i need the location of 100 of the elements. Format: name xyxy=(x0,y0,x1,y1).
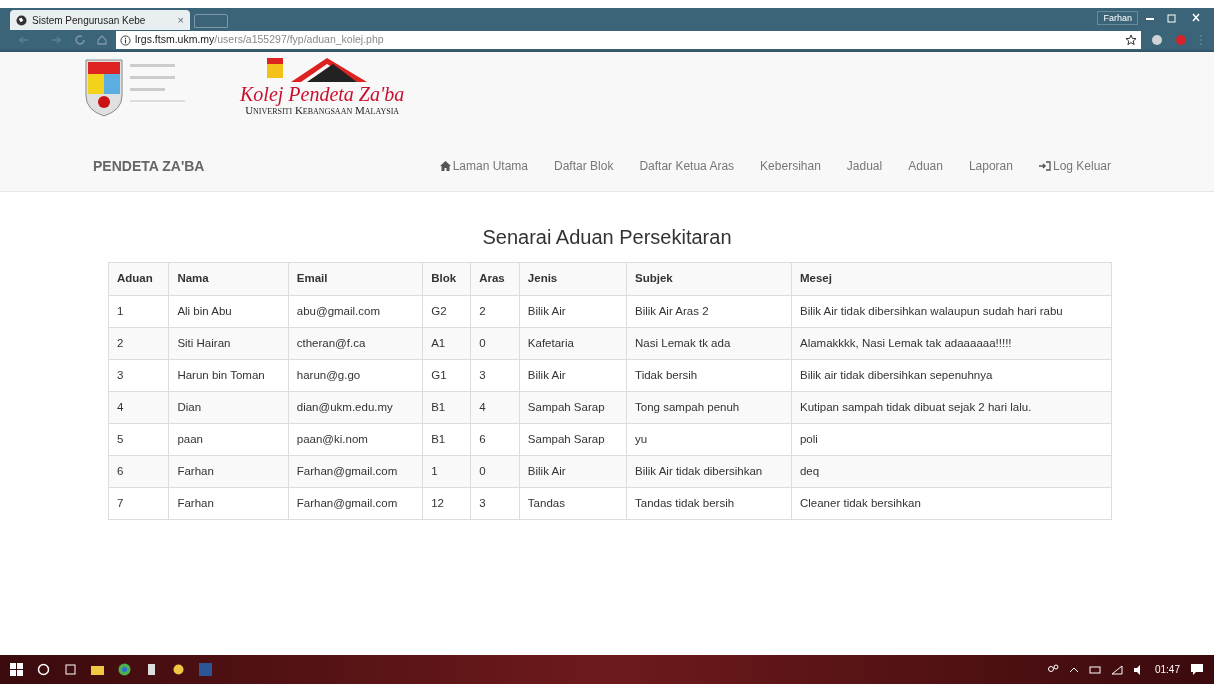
table-cell: harun@g.go xyxy=(288,359,423,392)
table-cell: G2 xyxy=(422,295,471,328)
column-header: Aduan xyxy=(108,262,169,296)
extension-icon[interactable] xyxy=(1151,34,1163,46)
table-cell: 1 xyxy=(108,295,169,328)
nav-link[interactable]: Daftar Blok xyxy=(554,157,614,175)
windows-start-icon[interactable] xyxy=(10,663,23,676)
table-cell: 4 xyxy=(470,391,520,424)
table-cell: Kafetaria xyxy=(519,327,627,360)
table-cell: Dian xyxy=(168,391,289,424)
table-cell: Sampah Sarap xyxy=(519,391,627,424)
table-cell: poli xyxy=(791,423,1112,456)
table-cell: Farhan xyxy=(168,487,289,520)
table-cell: 2 xyxy=(470,295,520,328)
table-cell: paan@ki.nom xyxy=(288,423,423,456)
column-header: Mesej xyxy=(791,262,1112,296)
wifi-icon[interactable] xyxy=(1110,664,1123,675)
table-cell: Sampah Sarap xyxy=(519,423,627,456)
table-cell: B1 xyxy=(422,423,471,456)
table-cell: 3 xyxy=(470,359,520,392)
clock[interactable]: 01:47 xyxy=(1154,662,1180,677)
table-cell: 6 xyxy=(108,455,169,488)
table-cell: 1 xyxy=(422,455,471,488)
home-icon xyxy=(439,161,451,171)
table-cell: 4 xyxy=(108,391,169,424)
table-cell: Tong sampah penuh xyxy=(626,391,792,424)
nav-link[interactable]: Laman Utama xyxy=(439,157,529,175)
table-cell: Farhan@gmail.com xyxy=(288,455,423,488)
table-cell: paan xyxy=(168,423,289,456)
table-cell: Bilik Air Aras 2 xyxy=(626,295,792,328)
table-cell: 0 xyxy=(470,455,520,488)
address-bar[interactable]: lrgs.ftsm.ukm.my/users/a155297/fyp/aduan_kolej.php xyxy=(116,31,1141,49)
university-name: Universiti Kebangsaan Malaysia xyxy=(245,104,400,116)
table-cell: Bilik Air tidak dibersihkan walaupun sudah hari rabu xyxy=(791,295,1112,328)
table-cell: Harun bin Toman xyxy=(168,359,289,392)
table-cell: yu xyxy=(626,423,792,456)
star-icon[interactable] xyxy=(1125,34,1137,46)
nav-link[interactable]: Log Keluar xyxy=(1038,157,1111,175)
table-cell: Cleaner tidak bersihkan xyxy=(791,487,1112,520)
table-cell: 7 xyxy=(108,487,169,520)
app-icon[interactable] xyxy=(145,663,158,676)
login-icon xyxy=(1038,161,1051,171)
battery-icon[interactable] xyxy=(1088,664,1101,675)
table-cell: abu@gmail.com xyxy=(288,295,423,328)
table-cell: Bilik Air xyxy=(519,359,627,392)
table-cell: Bilik Air xyxy=(519,455,627,488)
nav-link[interactable]: Aduan xyxy=(908,157,943,175)
notification-icon[interactable] xyxy=(1190,663,1204,676)
column-header: Aras xyxy=(470,262,520,296)
table-cell: Farhan@gmail.com xyxy=(288,487,423,520)
table-cell: Bilik Air tidak dibersihkan xyxy=(626,455,792,488)
table-cell: Kutipan sampah tidak dibuat sejak 2 hari lalu. xyxy=(791,391,1112,424)
table-cell: 6 xyxy=(470,423,520,456)
task-view-icon[interactable] xyxy=(64,663,77,676)
table-cell: dian@ukm.edu.my xyxy=(288,391,423,424)
table-cell: 2 xyxy=(108,327,169,360)
table-cell: B1 xyxy=(422,391,471,424)
nav-link[interactable]: Laporan xyxy=(968,157,1013,175)
column-header: Nama xyxy=(168,262,289,296)
table-cell: ctheran@f.ca xyxy=(288,327,423,360)
table-cell: 0 xyxy=(470,327,520,360)
column-header: Jenis xyxy=(519,262,627,296)
nav-link[interactable]: Jadual xyxy=(846,157,883,175)
tab-close[interactable]: × xyxy=(177,11,184,29)
table-cell: Alamakkkk, Nasi Lemak tak adaaaaaa!!!!! xyxy=(791,327,1112,360)
app-icon[interactable] xyxy=(172,663,185,676)
column-header: Blok xyxy=(422,262,471,296)
table-cell: deq xyxy=(791,455,1112,488)
college-name: Kolej Pendeta Za'ba xyxy=(240,84,405,104)
search-icon[interactable] xyxy=(37,663,50,676)
page-title: Senarai Aduan Persekitaran xyxy=(481,225,733,250)
table-cell: 5 xyxy=(108,423,169,456)
table-cell: 12 xyxy=(422,487,471,520)
browser-app-icon[interactable] xyxy=(118,663,131,676)
table-cell: 3 xyxy=(108,359,169,392)
table-cell: Ali bin Abu xyxy=(168,295,289,328)
globe-icon xyxy=(16,14,27,26)
table-cell: Bilik Air xyxy=(519,295,627,328)
brand-link[interactable]: PENDETA ZA'BA xyxy=(93,155,205,177)
table-cell: Bilik air tidak dibersihkan sepenuhnya xyxy=(791,359,1112,392)
table-cell: Tandas tidak bersih xyxy=(626,487,792,520)
table-cell: 3 xyxy=(470,487,520,520)
table-cell: Nasi Lemak tk ada xyxy=(626,327,792,360)
url-host: lrgs.ftsm.ukm.my xyxy=(135,33,215,46)
nav-link[interactable]: Kebersihan xyxy=(760,157,821,175)
tab-title: Sistem Pengurusan Kebe xyxy=(32,13,146,28)
profile-button[interactable]: Farhan xyxy=(1097,11,1138,25)
column-header: Subjek xyxy=(626,262,792,296)
nav-link[interactable]: Daftar Ketua Aras xyxy=(639,157,735,175)
table-cell: G1 xyxy=(422,359,471,392)
table-cell: Farhan xyxy=(168,455,289,488)
table-cell: Tandas xyxy=(519,487,627,520)
table-cell: Siti Hairan xyxy=(168,327,289,360)
folder-icon[interactable] xyxy=(91,663,104,676)
table-cell: A1 xyxy=(422,327,471,360)
browser-tab[interactable]: Sistem Pengurusan Kebe × xyxy=(10,10,190,30)
table-cell: Tidak bersih xyxy=(626,359,792,392)
url-path: /users/a155297/fyp/aduan_kolej.php xyxy=(214,33,384,46)
column-header: Email xyxy=(288,262,423,296)
info-icon xyxy=(120,34,131,46)
